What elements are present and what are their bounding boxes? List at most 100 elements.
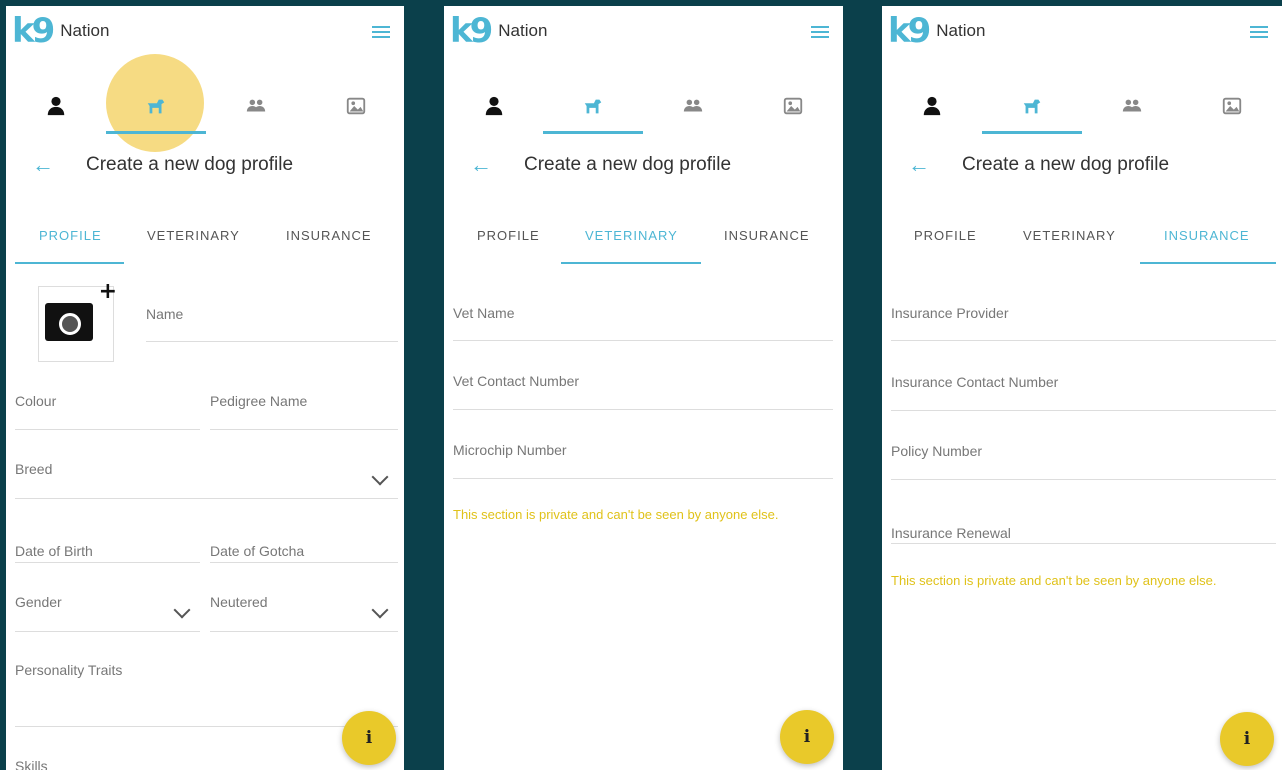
nav-gallery-icon[interactable] [743, 78, 843, 134]
page-title: Create a new dog profile [524, 154, 732, 175]
tab-insurance[interactable]: INSURANCE [286, 228, 372, 243]
page-title-row: ← Create a new dog profile [6, 146, 404, 186]
section-tabs: PROFILE VETERINARY INSURANCE [444, 218, 843, 266]
gender-label: Gender [15, 594, 62, 610]
app-logo[interactable]: k9 Nation [12, 14, 109, 48]
tab-veterinary[interactable]: VETERINARY [147, 228, 240, 243]
tab-insurance[interactable]: INSURANCE [1164, 228, 1250, 243]
pedigree-name-label: Pedigree Name [210, 393, 308, 409]
tab-profile[interactable]: PROFILE [477, 228, 540, 243]
date-of-gotcha-field[interactable]: Date of Gotcha [210, 543, 398, 563]
personality-traits-label: Personality Traits [15, 662, 123, 678]
tab-profile[interactable]: PROFILE [914, 228, 977, 243]
microchip-number-field[interactable]: Microchip Number [453, 442, 833, 479]
name-field[interactable]: Name [146, 306, 398, 342]
screen-veterinary: k9 Nation ← Create a new dog profile PRO… [444, 6, 843, 770]
back-arrow-icon[interactable]: ← [908, 154, 930, 176]
insurance-provider-label: Insurance Provider [891, 305, 1009, 321]
back-arrow-icon[interactable]: ← [470, 154, 492, 176]
nav-user-icon[interactable] [444, 78, 544, 134]
pedigree-name-field[interactable]: Pedigree Name [210, 393, 398, 430]
vet-contact-number-label: Vet Contact Number [453, 373, 580, 389]
info-fab-button[interactable]: i [1220, 712, 1274, 766]
date-of-birth-label: Date of Birth [15, 543, 93, 559]
app-logo[interactable]: k9 Nation [888, 14, 985, 48]
policy-number-field[interactable]: Policy Number [891, 443, 1276, 480]
hamburger-menu-icon[interactable] [1250, 26, 1268, 38]
logo-mark: k9 [888, 11, 931, 51]
app-name: Nation [60, 21, 110, 40]
app-logo[interactable]: k9 Nation [450, 14, 547, 48]
active-tab-indicator [1140, 262, 1276, 264]
logo-mark: k9 [12, 11, 55, 51]
page-title: Create a new dog profile [962, 154, 1170, 175]
top-nav [6, 54, 404, 152]
info-fab-button[interactable]: i [342, 711, 396, 765]
name-label: Name [146, 306, 184, 322]
nav-dog-icon[interactable] [982, 78, 1082, 134]
date-of-birth-field[interactable]: Date of Birth [15, 543, 200, 563]
insurance-provider-field[interactable]: Insurance Provider [891, 305, 1276, 341]
section-tabs: PROFILE VETERINARY INSURANCE [6, 218, 404, 266]
nav-group-icon[interactable] [1082, 78, 1182, 134]
nav-gallery-icon[interactable] [1182, 78, 1282, 134]
insurance-contact-number-label: Insurance Contact Number [891, 374, 1059, 390]
top-nav [444, 78, 843, 134]
app-name: Nation [498, 21, 548, 40]
chevron-down-icon [371, 601, 389, 619]
personality-traits-field[interactable]: Personality Traits [15, 662, 398, 727]
tab-veterinary[interactable]: VETERINARY [1023, 228, 1116, 243]
hamburger-menu-icon[interactable] [372, 26, 390, 38]
add-photo-button[interactable]: + [38, 279, 117, 362]
back-arrow-icon[interactable]: ← [32, 154, 54, 176]
logo-mark: k9 [450, 11, 493, 51]
app-header: k9 Nation [444, 6, 843, 60]
camera-icon [45, 303, 93, 341]
vet-contact-number-field[interactable]: Vet Contact Number [453, 373, 833, 410]
active-tab-indicator [561, 262, 701, 264]
vet-name-field[interactable]: Vet Name [453, 305, 833, 341]
privacy-note: This section is private and can't be see… [453, 507, 779, 522]
vet-name-label: Vet Name [453, 305, 515, 321]
date-of-gotcha-label: Date of Gotcha [210, 543, 305, 559]
page-title: Create a new dog profile [86, 154, 294, 175]
hamburger-menu-icon[interactable] [811, 26, 829, 38]
tab-insurance[interactable]: INSURANCE [724, 228, 810, 243]
app-header: k9 Nation [882, 6, 1282, 60]
nav-gallery-icon[interactable] [306, 78, 404, 134]
insurance-renewal-field[interactable]: Insurance Renewal [891, 525, 1276, 544]
tab-profile[interactable]: PROFILE [39, 228, 102, 243]
page-title-row: ← Create a new dog profile [882, 146, 1282, 186]
microchip-number-label: Microchip Number [453, 442, 567, 458]
nav-user-icon[interactable] [882, 78, 982, 134]
skills-field[interactable]: Skills [15, 758, 398, 770]
info-fab-button[interactable]: i [780, 710, 834, 764]
chevron-down-icon [371, 468, 389, 486]
active-tab-indicator [15, 262, 124, 264]
gender-select[interactable]: Gender [15, 594, 200, 632]
colour-field[interactable]: Colour [15, 393, 200, 430]
screen-insurance: k9 Nation ← Create a new dog profile PRO… [882, 6, 1282, 770]
tab-veterinary[interactable]: VETERINARY [585, 228, 678, 243]
neutered-label: Neutered [210, 594, 268, 610]
chevron-down-icon [173, 601, 191, 619]
breed-select[interactable]: Breed [15, 461, 398, 499]
nav-user-icon[interactable] [6, 78, 106, 134]
insurance-contact-number-field[interactable]: Insurance Contact Number [891, 374, 1276, 411]
nav-group-icon[interactable] [206, 78, 306, 134]
nav-group-icon[interactable] [643, 78, 743, 134]
plus-icon: + [98, 279, 117, 304]
page-title-row: ← Create a new dog profile [444, 146, 843, 186]
colour-label: Colour [15, 393, 57, 409]
skills-label: Skills [15, 758, 48, 770]
breed-label: Breed [15, 461, 53, 477]
top-nav [882, 78, 1282, 134]
app-header: k9 Nation [6, 6, 404, 60]
nav-dog-icon[interactable] [543, 78, 643, 134]
policy-number-label: Policy Number [891, 443, 983, 459]
neutered-select[interactable]: Neutered [210, 594, 398, 632]
privacy-note: This section is private and can't be see… [891, 573, 1217, 588]
section-tabs: PROFILE VETERINARY INSURANCE [882, 218, 1282, 266]
app-name: Nation [936, 21, 986, 40]
nav-dog-icon[interactable] [106, 78, 206, 134]
